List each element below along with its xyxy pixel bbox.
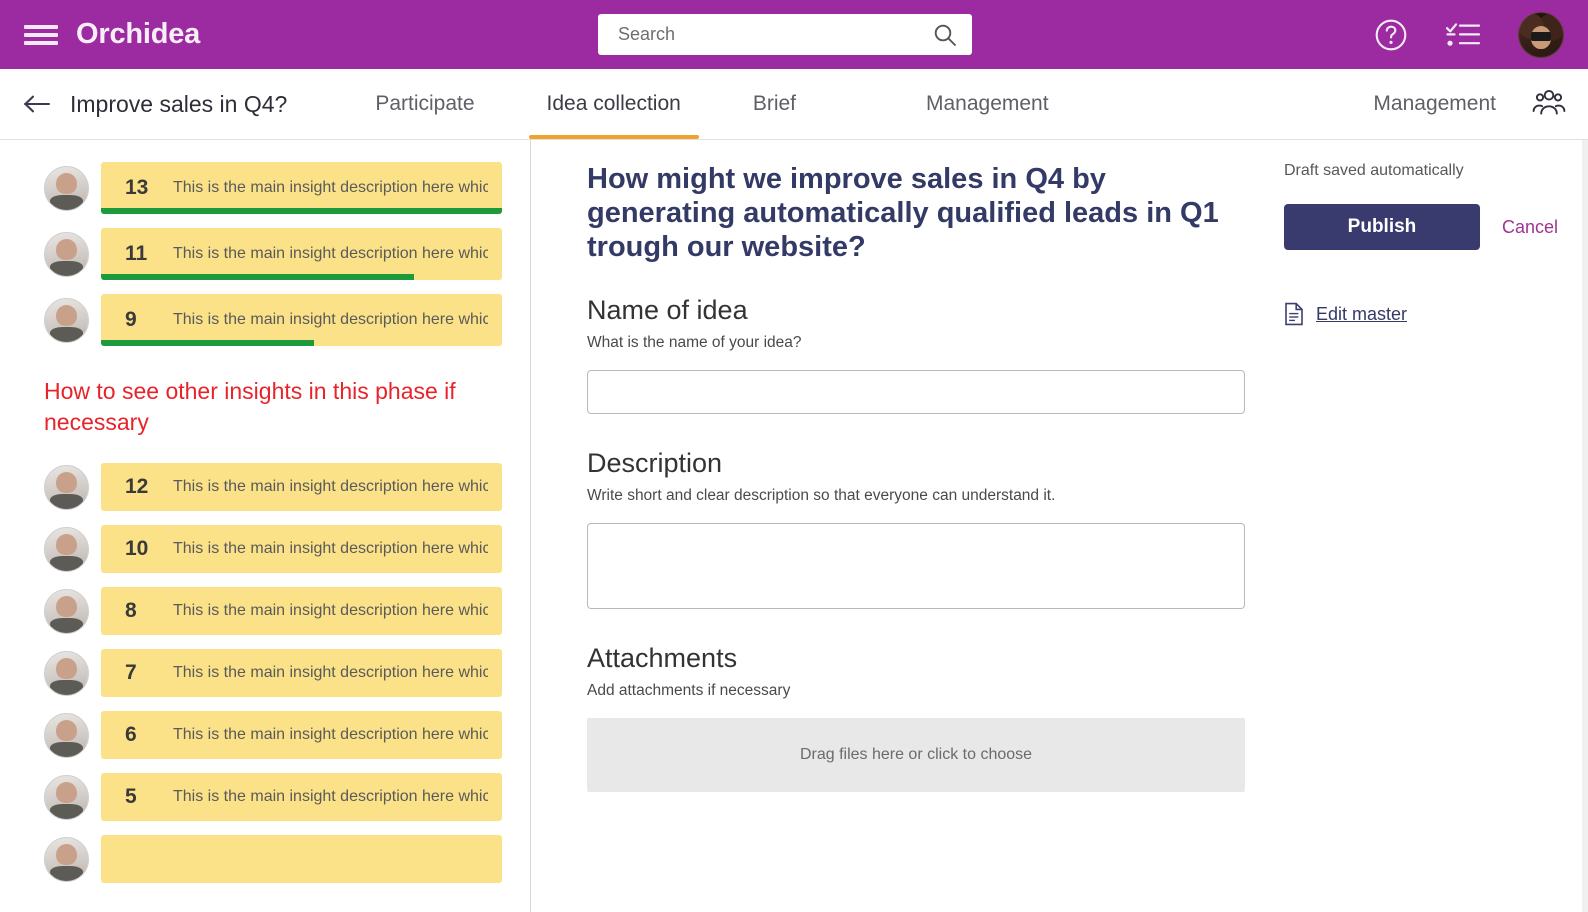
insight-description: This is the main insight description her… (173, 602, 488, 620)
list-item[interactable]: 10 This is the main insight description … (0, 525, 530, 574)
app-header: Orchidea (0, 0, 1588, 69)
attachments-label: Attachments (587, 642, 738, 673)
insight-number: 6 (125, 723, 137, 747)
avatar (44, 650, 89, 696)
page-scrollbar[interactable] (1582, 140, 1588, 912)
avatar (44, 836, 89, 882)
actions-panel: Draft saved automatically Publish Cancel… (1270, 140, 1588, 912)
avatar (44, 464, 89, 510)
avatar (44, 712, 89, 758)
management-link[interactable]: Management (1373, 92, 1496, 116)
document-icon (1284, 302, 1304, 326)
avatar (44, 165, 89, 211)
list-item[interactable]: 9 This is the main insight description h… (0, 294, 530, 346)
toolbar-right-actions: Management (1373, 69, 1566, 139)
header-actions (1374, 0, 1564, 69)
tab-brief[interactable]: Brief (717, 69, 832, 139)
insight-description: This is the main insight description her… (173, 311, 488, 328)
phase-note: How to see other insights in this phase … (44, 378, 456, 435)
search-input[interactable] (616, 23, 932, 46)
people-group-icon[interactable] (1532, 89, 1566, 119)
list-item[interactable]: 12 This is the main insight description … (0, 463, 530, 512)
insight-card[interactable]: 10 This is the main insight description … (101, 525, 502, 574)
name-of-idea-label: Name of idea (587, 294, 748, 325)
list-item[interactable]: 13 This is the main insight description … (0, 162, 530, 214)
avatar (44, 526, 89, 572)
insight-number: 9 (125, 308, 137, 331)
insight-card[interactable]: 9 This is the main insight description h… (101, 294, 502, 346)
insight-progress-bar (101, 274, 414, 280)
publish-button[interactable]: Publish (1284, 204, 1480, 250)
insight-description: This is the main insight description her… (173, 726, 488, 744)
app-brand: Orchidea (76, 18, 201, 50)
insight-description: This is the main insight description her… (173, 478, 488, 496)
insight-card[interactable] (101, 835, 502, 884)
checklist-icon[interactable] (1446, 21, 1480, 49)
list-item[interactable] (0, 835, 530, 884)
tab-management[interactable]: Management (832, 69, 1143, 139)
insight-description: This is the main insight description her… (173, 540, 488, 558)
idea-form: How might we improve sales in Q4 by gene… (531, 140, 1270, 912)
description-hint: Write short and clear description so tha… (587, 486, 1056, 504)
description-textarea[interactable] (587, 522, 1245, 609)
idea-challenge-heading: How might we improve sales in Q4 by gene… (587, 163, 1219, 264)
file-dropzone[interactable]: Drag files here or click to choose (587, 717, 1245, 792)
main-body: 13 This is the main insight description … (0, 140, 1588, 912)
insight-card[interactable]: 12 This is the main insight description … (101, 463, 502, 512)
insight-card[interactable]: 6 This is the main insight description h… (101, 711, 502, 760)
insight-number: 10 (125, 537, 149, 561)
search-icon[interactable] (932, 22, 958, 48)
help-circle-icon[interactable] (1374, 18, 1408, 52)
name-of-idea-input[interactable] (587, 369, 1245, 414)
insight-number: 8 (125, 599, 137, 623)
insight-number: 5 (125, 785, 137, 809)
insight-number: 12 (125, 475, 149, 499)
avatar (44, 231, 89, 277)
primary-actions: Publish Cancel (1284, 204, 1558, 250)
list-item[interactable]: 5 This is the main insight description h… (0, 773, 530, 822)
context-toolbar: Improve sales in Q4? Participate Idea co… (0, 69, 1588, 140)
insight-progress-bar (101, 208, 502, 214)
tab-list: Participate Idea collection Brief Manage… (339, 69, 1142, 139)
search-box[interactable] (598, 14, 972, 55)
insight-number: 7 (125, 661, 137, 685)
file-dropzone-label: Drag files here or click to choose (799, 745, 1033, 763)
arrow-left-icon[interactable] (22, 89, 52, 119)
insight-card[interactable]: 13 This is the main insight description … (101, 162, 502, 214)
insight-description: This is the main insight description her… (173, 179, 488, 196)
list-item[interactable]: 8 This is the main insight description h… (0, 587, 530, 636)
description-label: Description (587, 447, 723, 478)
page-title: Improve sales in Q4? (70, 90, 288, 117)
avatar (44, 774, 89, 820)
insight-card[interactable]: 8 This is the main insight description h… (101, 587, 502, 636)
attachments-hint: Add attachments if necessary (587, 681, 791, 699)
cancel-button[interactable]: Cancel (1502, 217, 1558, 238)
insight-card[interactable]: 5 This is the main insight description h… (101, 773, 502, 822)
edit-master-button[interactable]: Edit master (1284, 302, 1558, 326)
edit-master-label: Edit master (1316, 303, 1408, 324)
avatar (44, 588, 89, 634)
list-item[interactable]: 6 This is the main insight description h… (0, 711, 530, 760)
insight-description: This is the main insight description her… (173, 664, 488, 682)
hamburger-icon[interactable] (24, 22, 58, 48)
insight-description: This is the main insight description her… (173, 245, 488, 262)
name-of-idea-hint: What is the name of your idea? (587, 333, 802, 351)
avatar (44, 297, 89, 343)
list-item[interactable]: 11 This is the main insight description … (0, 228, 530, 280)
insights-panel: 13 This is the main insight description … (0, 140, 531, 912)
insight-number: 11 (125, 242, 148, 265)
insight-progress-bar (101, 340, 314, 346)
insight-number: 13 (125, 176, 149, 199)
insight-card[interactable]: 11 This is the main insight description … (101, 228, 502, 280)
insight-card[interactable]: 7 This is the main insight description h… (101, 649, 502, 698)
tab-participate[interactable]: Participate (339, 69, 510, 139)
insight-description: This is the main insight description her… (173, 788, 488, 806)
draft-status: Draft saved automatically (1284, 162, 1464, 179)
tab-idea-collection[interactable]: Idea collection (511, 69, 717, 139)
list-item[interactable]: 7 This is the main insight description h… (0, 649, 530, 698)
avatar[interactable] (1518, 11, 1564, 58)
